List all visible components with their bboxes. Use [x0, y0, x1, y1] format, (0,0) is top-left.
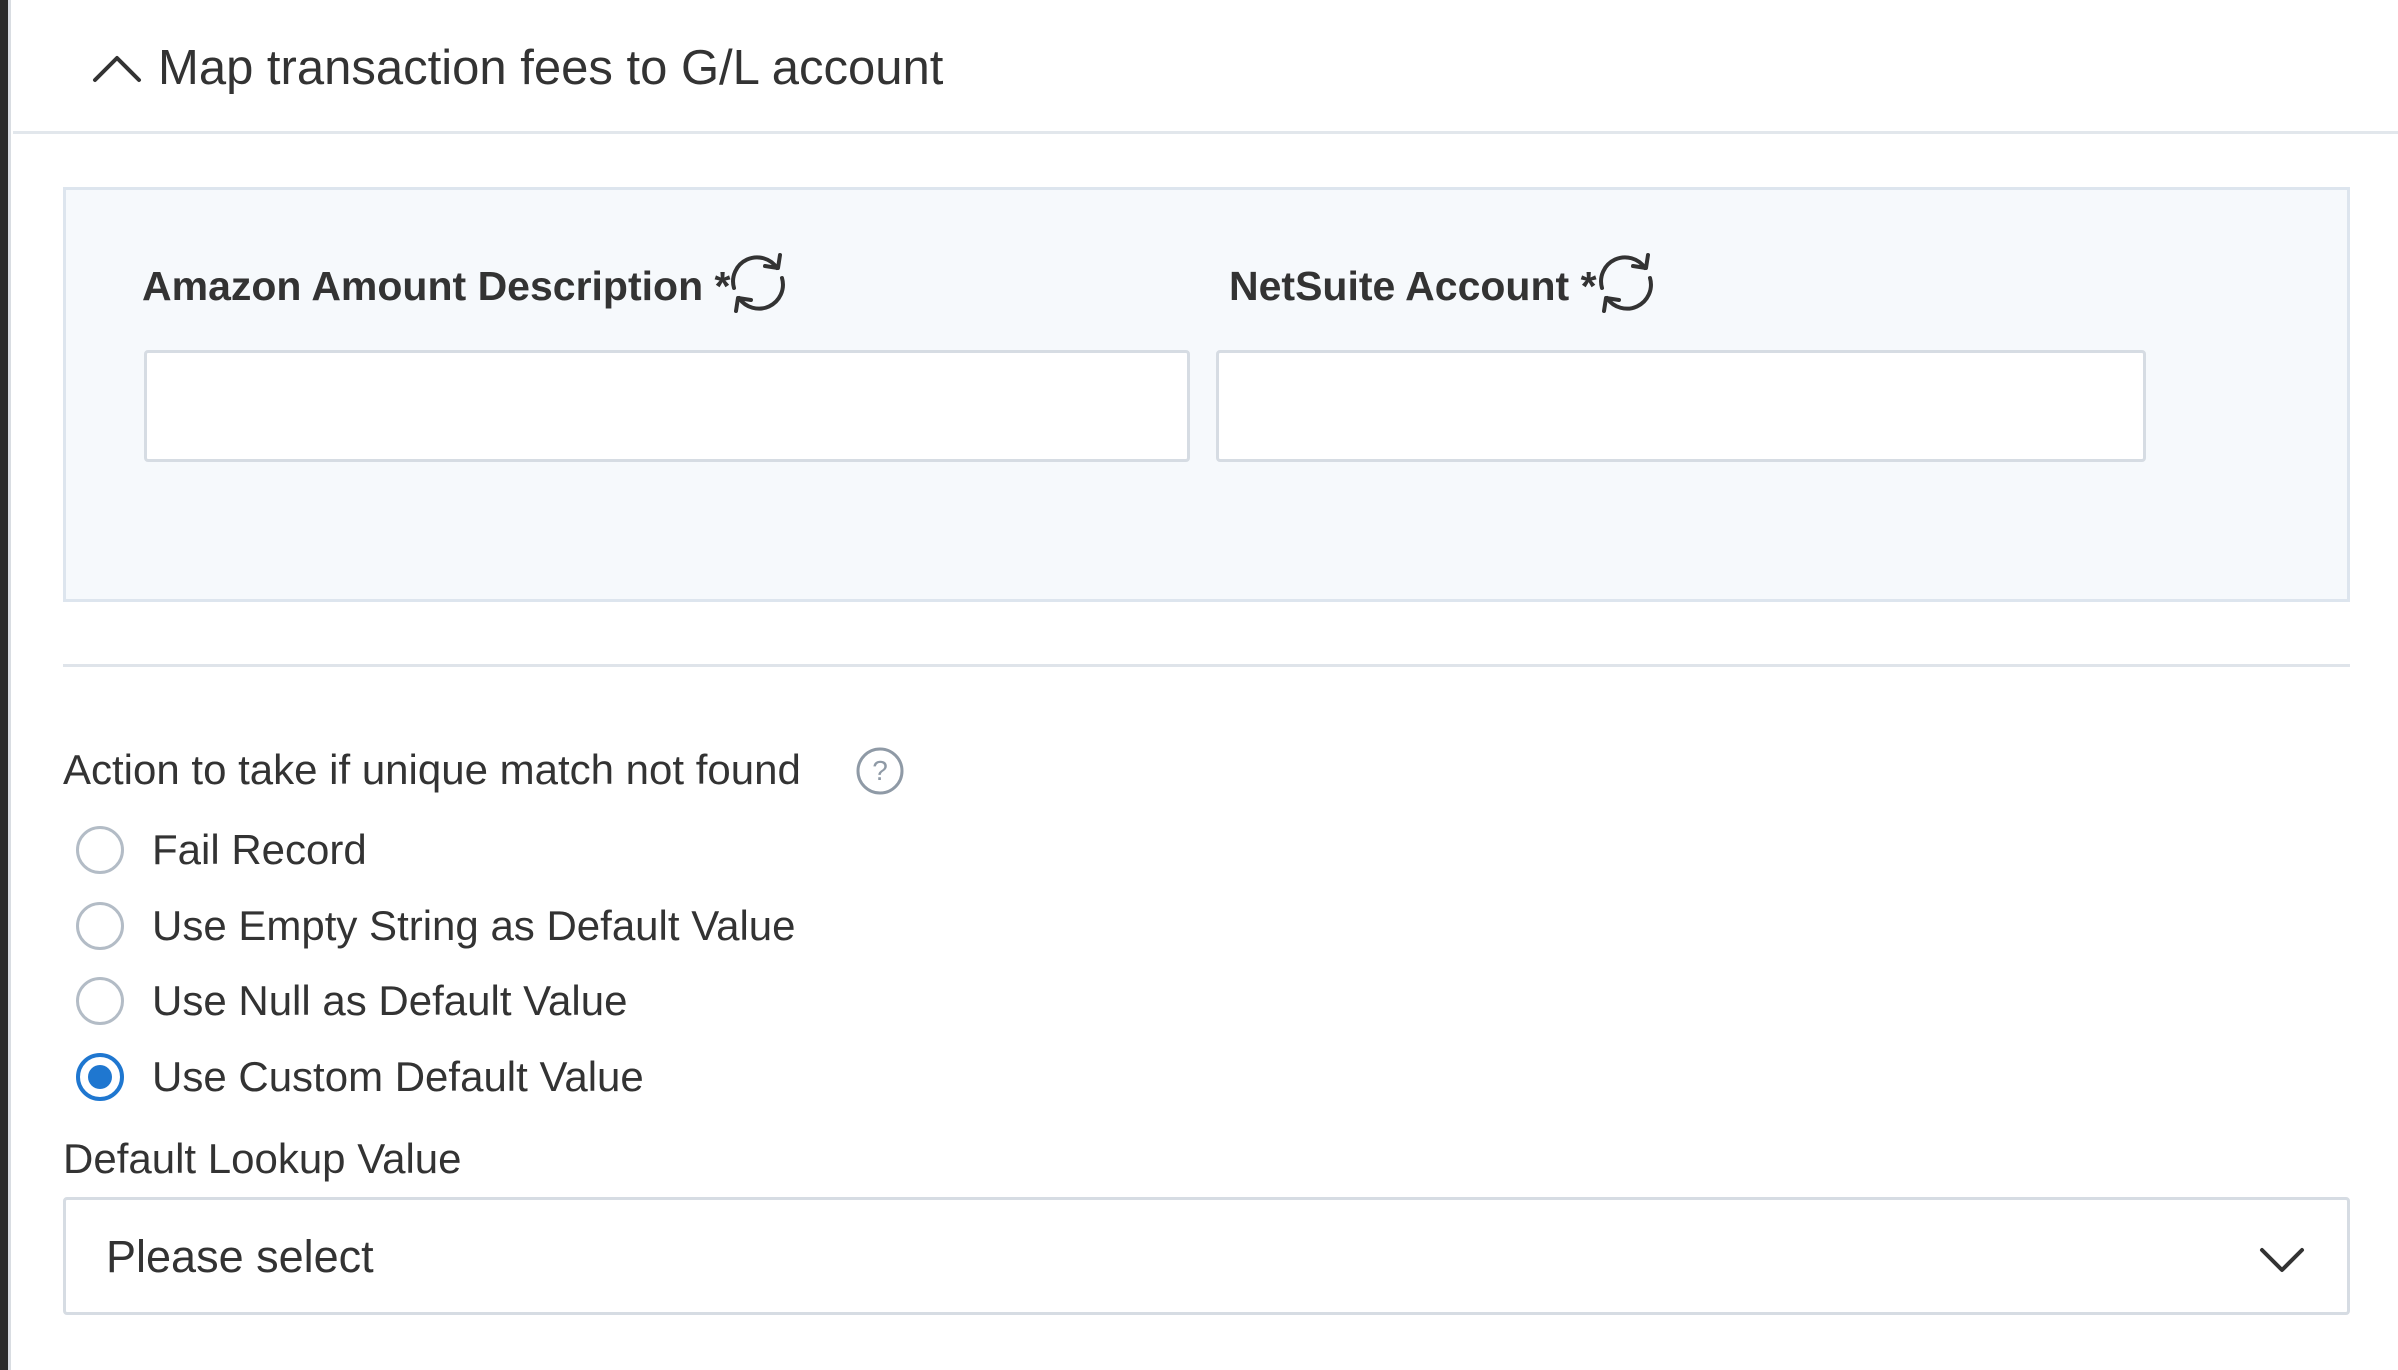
- question-circle-icon[interactable]: ?: [855, 746, 905, 796]
- chevron-down-icon[interactable]: [2257, 1234, 2307, 1284]
- radio-button[interactable]: [76, 902, 124, 950]
- section-header[interactable]: Map transaction fees to G/L account: [13, 0, 2398, 134]
- netsuite-account-label: NetSuite Account *: [1229, 263, 1597, 309]
- default-lookup-value-label: Default Lookup Value: [63, 1135, 462, 1182]
- radio-button[interactable]: [76, 977, 124, 1025]
- window-edge-border: [8, 0, 11, 1370]
- amazon-amount-description-label: Amazon Amount Description *: [142, 263, 731, 309]
- default-lookup-select[interactable]: Please select: [63, 1197, 2350, 1315]
- section-title: Map transaction fees to G/L account: [158, 41, 944, 95]
- radio-button[interactable]: [76, 826, 124, 874]
- page: Map transaction fees to G/L account Amaz…: [0, 0, 2398, 1370]
- radio-label: Use Null as Default Value: [152, 977, 628, 1024]
- chevron-up-icon[interactable]: [91, 48, 143, 88]
- svg-text:?: ?: [872, 755, 888, 786]
- mapping-panel: Amazon Amount Description * NetSuite Acc…: [63, 187, 2350, 602]
- refresh-icon[interactable]: [1593, 250, 1659, 316]
- radio-label: Use Empty String as Default Value: [152, 902, 796, 949]
- divider: [63, 664, 2350, 667]
- amazon-amount-description-input[interactable]: [144, 350, 1190, 462]
- radio-label: Fail Record: [152, 826, 367, 873]
- select-value: Please select: [106, 1231, 374, 1282]
- unique-match-action-label: Action to take if unique match not found: [63, 746, 801, 793]
- netsuite-account-input[interactable]: [1216, 350, 2146, 462]
- radio-button-selected[interactable]: [76, 1053, 124, 1101]
- window-edge: [0, 0, 8, 1370]
- refresh-icon[interactable]: [725, 250, 791, 316]
- radio-label: Use Custom Default Value: [152, 1053, 644, 1100]
